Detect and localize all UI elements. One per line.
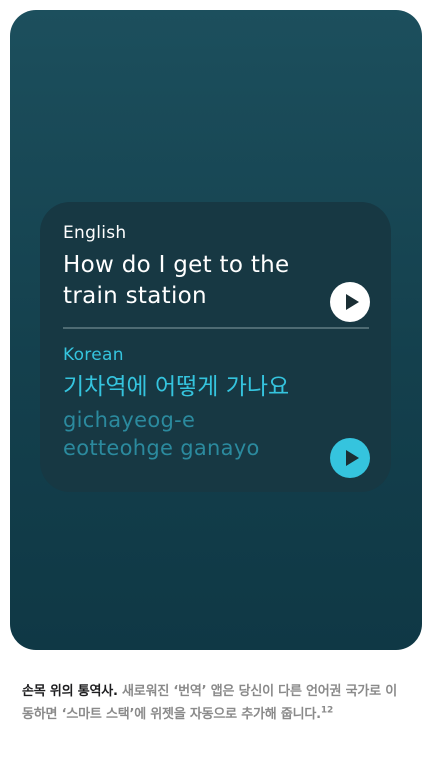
caption-lead: 손목 위의 통역사. — [22, 684, 118, 699]
target-text: 기차역에 어떻게 가나요 — [63, 374, 290, 400]
play-icon — [345, 450, 359, 466]
play-icon — [345, 294, 359, 310]
play-translation-button[interactable] — [330, 438, 370, 478]
watch-screen: English How do I get to the train statio… — [10, 10, 422, 650]
romanization-text: gichayeog-e eotteohge ganayo — [63, 408, 260, 460]
caption: 손목 위의 통역사. 새로워진 ‘번역’ 앱은 당신이 다른 언어권 국가로 이… — [22, 680, 402, 726]
translate-widget-card[interactable]: English How do I get to the train statio… — [40, 202, 391, 492]
source-language-label: English — [63, 223, 127, 243]
divider — [63, 327, 369, 329]
footnote-marker[interactable]: 12 — [321, 706, 333, 716]
target-language-label: Korean — [63, 345, 124, 365]
source-text: How do I get to the train station — [63, 252, 290, 309]
play-source-button[interactable] — [330, 282, 370, 322]
